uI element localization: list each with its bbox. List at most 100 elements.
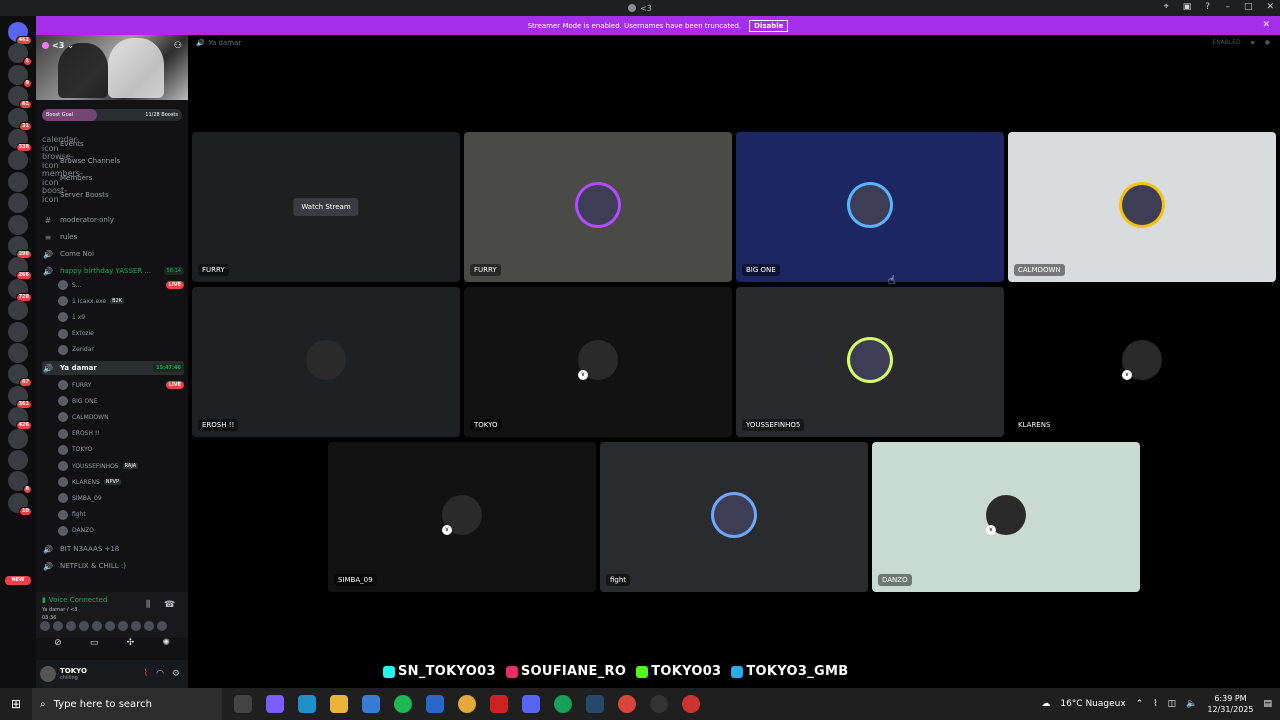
- voice-user[interactable]: Extozie: [58, 327, 184, 341]
- channel-item[interactable]: 🔊 BIT N3AAAS +18: [42, 542, 184, 556]
- participant-tile[interactable]: ∨ DANZO: [872, 442, 1140, 592]
- mail-icon[interactable]: [426, 695, 444, 713]
- avatar[interactable]: [79, 621, 89, 631]
- avatar[interactable]: [58, 477, 68, 488]
- channel-item[interactable]: 🔊 Come Noi: [42, 247, 184, 261]
- avatar[interactable]: [40, 621, 50, 631]
- avatar[interactable]: [306, 340, 346, 380]
- participant-tile[interactable]: YOUSSEFINHO5: [736, 287, 1004, 437]
- chrome-icon[interactable]: [682, 695, 700, 713]
- clock[interactable]: 6:39 PM 12/31/2025: [1207, 693, 1253, 715]
- server-icon[interactable]: 266: [8, 257, 32, 281]
- avatar[interactable]: [58, 412, 68, 423]
- avatar[interactable]: [1122, 185, 1162, 225]
- server-icon[interactable]: 61: [8, 86, 32, 110]
- channel-item[interactable]: boost-icon Server Boosts: [42, 186, 184, 204]
- watch-stream-button[interactable]: Watch Stream: [293, 198, 359, 216]
- participant-tile[interactable]: ∨ TOKYO: [464, 287, 732, 437]
- avatar[interactable]: [53, 621, 63, 631]
- avatar[interactable]: [66, 621, 76, 631]
- voice-user[interactable]: FURRY LIVE: [58, 378, 184, 392]
- voice-user[interactable]: Zeridar: [58, 343, 184, 357]
- voice-user[interactable]: S... LIVE: [58, 278, 184, 292]
- notifications-icon[interactable]: ▤: [1263, 699, 1272, 709]
- voice-user[interactable]: YOUSSEFINHO5 RAJA: [58, 459, 184, 473]
- mic-icon[interactable]: ⌇: [1153, 699, 1157, 709]
- spotify-icon[interactable]: [394, 695, 412, 713]
- app-icon[interactable]: [554, 695, 572, 713]
- maximize-button[interactable]: □: [1244, 2, 1253, 12]
- server-icon[interactable]: 10: [8, 492, 32, 516]
- server-name[interactable]: <3 ⌄: [42, 41, 74, 50]
- voice-user[interactable]: 1 Icaxx.exe B2K: [58, 294, 184, 308]
- avatar[interactable]: [714, 495, 754, 535]
- server-icon[interactable]: 31: [8, 107, 32, 131]
- server-icon[interactable]: [8, 214, 28, 235]
- voice-user[interactable]: CALMDOWN: [58, 410, 184, 424]
- current-voice-channel[interactable]: 🔊 Ya damar 15:47:46: [42, 361, 184, 375]
- message-icon[interactable]: ●: [1265, 39, 1270, 46]
- avatar[interactable]: [58, 280, 68, 290]
- server-icon[interactable]: [8, 450, 28, 470]
- server-icon[interactable]: 462: [8, 22, 32, 45]
- participant-tile[interactable]: Watch Stream FURRY: [192, 132, 460, 282]
- avatar[interactable]: [58, 380, 68, 390]
- avatar[interactable]: [58, 312, 68, 323]
- soundboard-icon[interactable]: ✺: [162, 638, 170, 656]
- avatar[interactable]: [850, 340, 890, 380]
- participant-tile[interactable]: fight: [600, 442, 868, 592]
- avatar[interactable]: [58, 296, 68, 307]
- store-icon[interactable]: [362, 695, 380, 713]
- invite-icon[interactable]: ⚇: [174, 41, 182, 51]
- avatar[interactable]: [118, 621, 128, 631]
- help-icon[interactable]: ?: [1205, 2, 1210, 12]
- windows-start-icon[interactable]: ⊞: [0, 697, 32, 711]
- participant-tile[interactable]: ∨ SIMBA_09: [328, 442, 596, 592]
- server-icon[interactable]: 1: [8, 43, 32, 67]
- channel-item[interactable]: ≡ rules: [42, 230, 184, 244]
- chrome-icon[interactable]: [618, 695, 636, 713]
- server-icon[interactable]: [8, 343, 28, 363]
- channel-item[interactable]: # moderator-only: [42, 213, 184, 227]
- voice-user[interactable]: SIMBA_09: [58, 491, 184, 505]
- channel-item[interactable]: calendar-icon Events: [42, 135, 184, 153]
- server-icon[interactable]: [8, 171, 28, 192]
- user-panel[interactable]: TOKYO chilling ⌇ ◠ ⚙: [36, 660, 188, 688]
- avatar[interactable]: [144, 621, 154, 631]
- discord-icon[interactable]: [522, 695, 540, 713]
- participant-tile[interactable]: ∨ KLARENS: [1008, 287, 1276, 437]
- server-icon[interactable]: [8, 150, 28, 171]
- avatar[interactable]: [58, 461, 68, 471]
- participant-tile[interactable]: FURRY: [464, 132, 732, 282]
- network-icon[interactable]: ◫: [1168, 699, 1177, 709]
- chevron-up-icon[interactable]: ⌃: [1136, 699, 1144, 709]
- edge-icon[interactable]: [298, 695, 316, 713]
- pin-icon[interactable]: ⌖: [1164, 2, 1169, 12]
- volume-icon[interactable]: 🔈: [1186, 699, 1197, 709]
- avatar[interactable]: [58, 428, 68, 439]
- avatar[interactable]: [40, 666, 56, 682]
- task-view-icon[interactable]: [234, 695, 252, 713]
- server-icon[interactable]: 8: [8, 471, 32, 495]
- avatar[interactable]: [105, 621, 115, 631]
- close-icon[interactable]: ✕: [1262, 20, 1270, 30]
- boost-goal[interactable]: Boost Goal 11/28 Boosts: [42, 109, 182, 121]
- voice-channel-path[interactable]: Ya damar / <3: [42, 606, 162, 614]
- app-icon[interactable]: [490, 695, 508, 713]
- noise-suppression-icon[interactable]: ⫼: [146, 600, 150, 610]
- server-icon[interactable]: [8, 300, 28, 321]
- server-icon[interactable]: 9: [8, 64, 32, 88]
- voice-user[interactable]: KLARENS NPVP: [58, 475, 184, 489]
- avatar[interactable]: [58, 344, 68, 355]
- close-button[interactable]: ✕: [1266, 2, 1274, 12]
- channel-item[interactable]: browse-icon Browse Channels: [42, 152, 184, 170]
- voice-user[interactable]: DANZO: [58, 524, 184, 538]
- disable-button[interactable]: Disable: [749, 19, 789, 32]
- weather-text[interactable]: 16°C Nuageux: [1060, 699, 1125, 709]
- server-icon[interactable]: 338: [8, 129, 32, 152]
- voice-user[interactable]: 1 x9: [58, 310, 184, 324]
- server-icon[interactable]: 426: [8, 407, 32, 431]
- channel-item[interactable]: 🔊 NETFLIX & CHILL :): [42, 559, 184, 573]
- avatar[interactable]: [58, 396, 68, 407]
- minimize-button[interactable]: –: [1225, 2, 1230, 12]
